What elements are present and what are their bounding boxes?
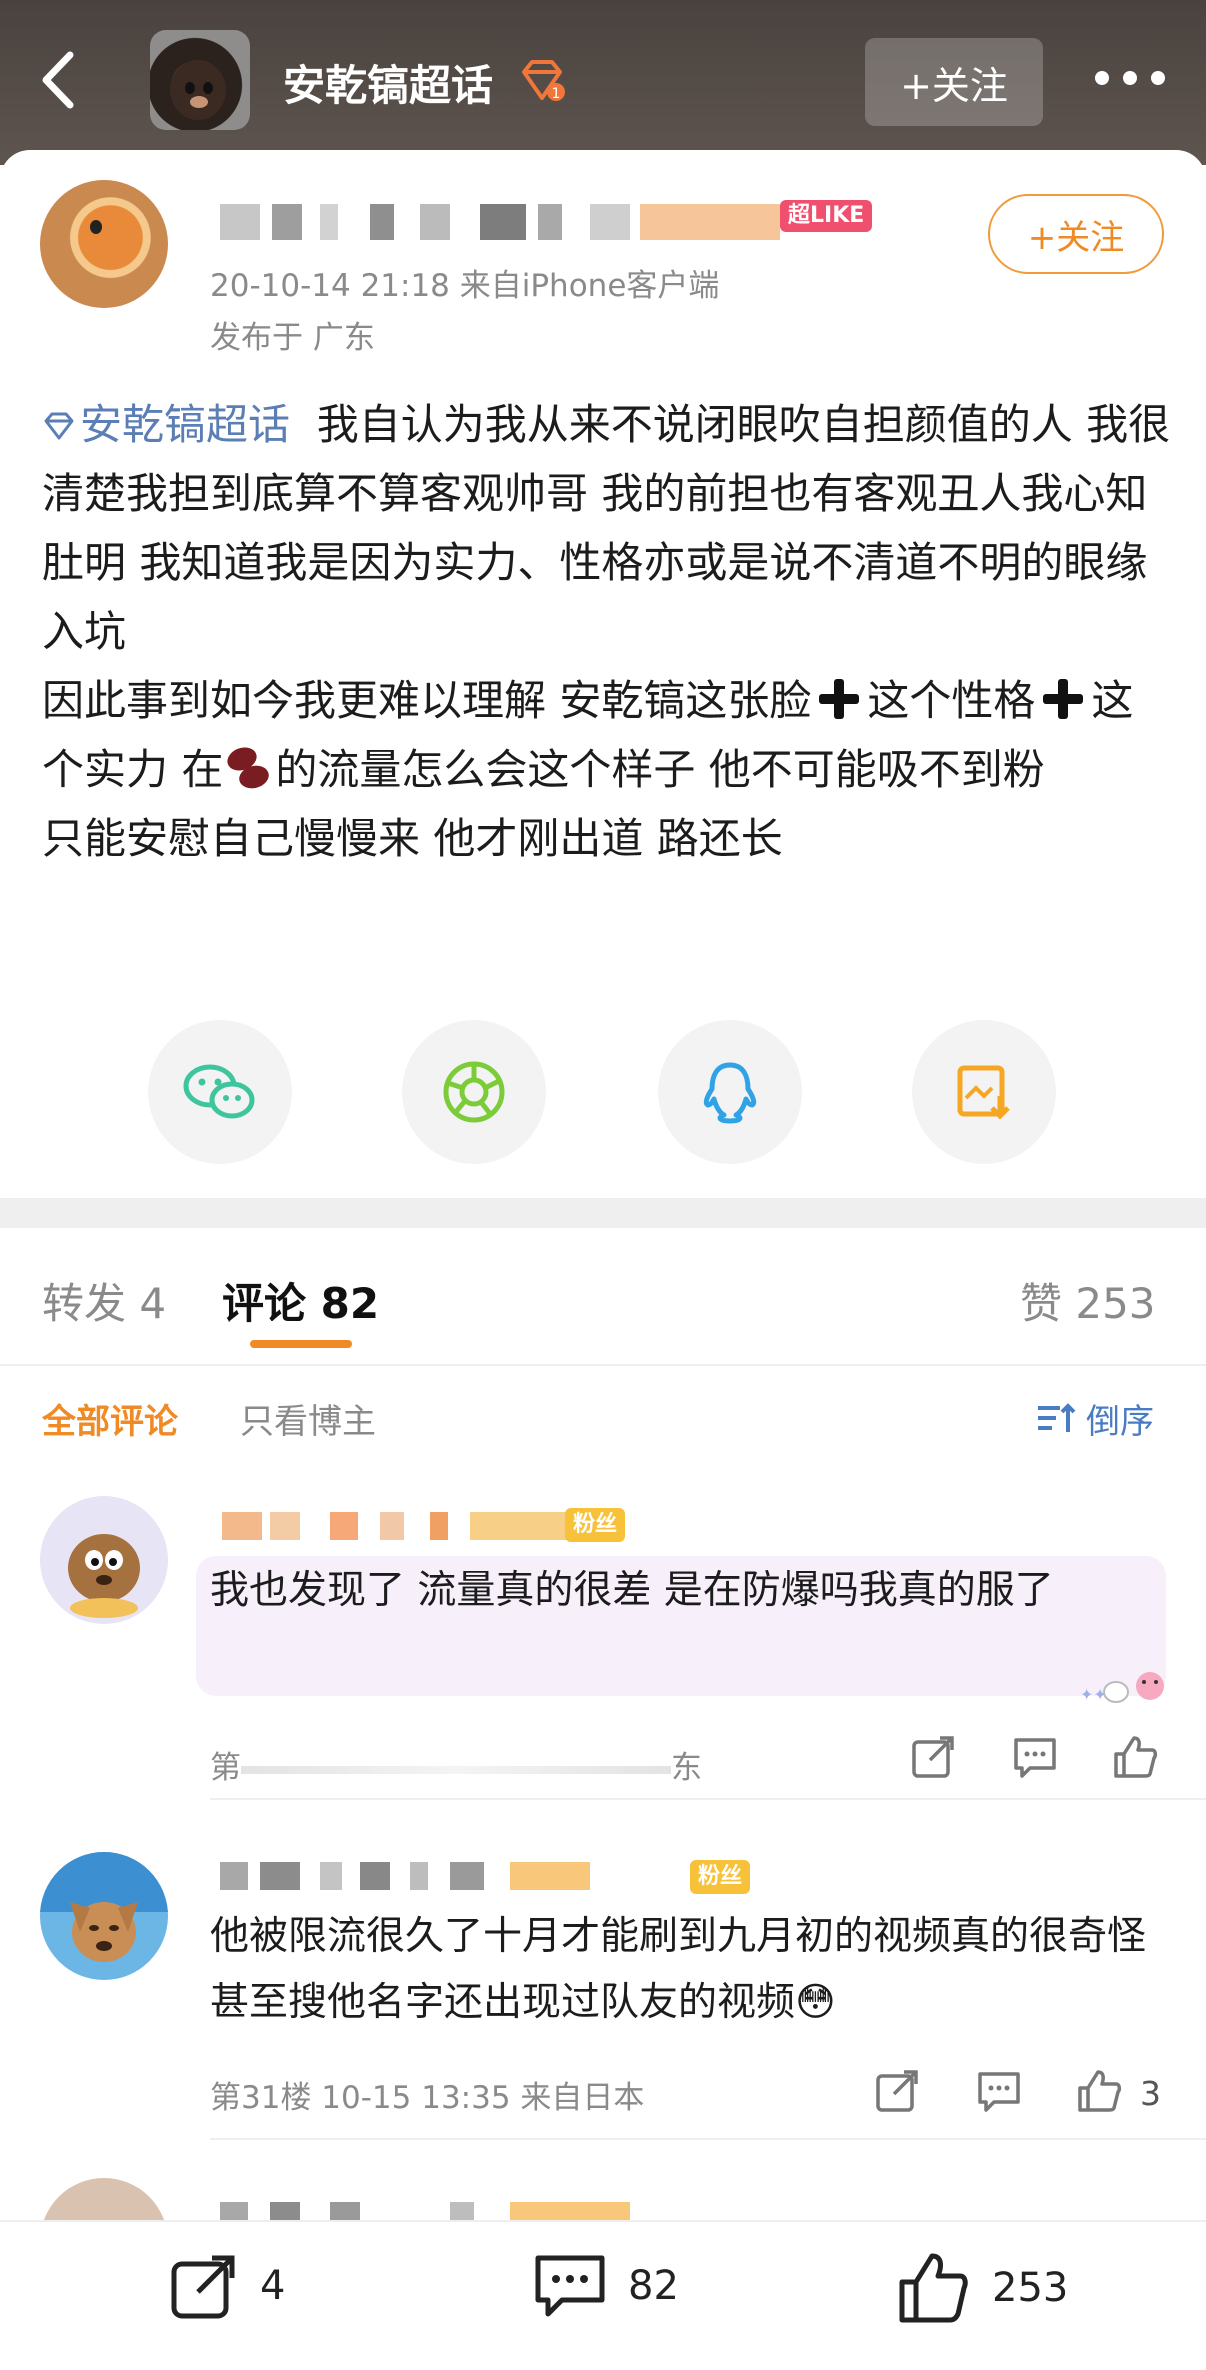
- top-bar: 安乾镐超话 1 +关注: [0, 0, 1206, 165]
- tab-bar: 转发 4 评论 82 赞 253: [0, 1228, 1206, 1368]
- topic-link[interactable]: 安乾镐超话: [42, 400, 290, 449]
- section-divider: [0, 1198, 1206, 1228]
- comment-item: 粉丝 他被限流很久了十月才能刷到九月初的视频真的很奇怪甚至搜他名字还出现过队友的…: [0, 1830, 1206, 2140]
- like-comment-icon[interactable]: [1074, 2066, 1124, 2116]
- commenter-name-blurred[interactable]: [210, 2196, 630, 2220]
- bean-emoji: [223, 742, 275, 792]
- tab-likes[interactable]: 赞 253: [1020, 1270, 1156, 1331]
- comment-divider: [210, 2138, 1206, 2140]
- sort-icon: [1038, 1402, 1076, 1432]
- fan-badge: 粉丝: [690, 1860, 751, 1894]
- topic-label: 安乾镐超话: [80, 400, 291, 449]
- repost-button[interactable]: 4: [168, 2250, 285, 2322]
- comment-actions: 3: [0, 2066, 1206, 2126]
- bubble-sticker-decoration: ✦✦: [1066, 1660, 1176, 1710]
- comment-filters: 全部评论 只看博主 倒序: [0, 1368, 1206, 1468]
- comment-item: 粉丝 我也发现了 流量真的很差 是在防爆吗我真的服了 ✦✦ 第东: [0, 1470, 1206, 1800]
- share-row: [0, 1020, 1206, 1170]
- repost-comment-icon[interactable]: [908, 1732, 958, 1782]
- comment-count: 82: [628, 2263, 679, 2309]
- plus-emoji: [817, 677, 861, 721]
- comment-like-count: 3: [1140, 2074, 1161, 2113]
- page-title: 安乾镐超话: [283, 61, 494, 110]
- supertopic-avatar[interactable]: [150, 30, 250, 130]
- wechat-share-button[interactable]: [148, 1020, 292, 1164]
- post-region: 发布于 广东: [210, 320, 375, 356]
- commenter-avatar[interactable]: [40, 2178, 168, 2220]
- post-card: 超LIKE +关注 20-10-14 21:18 来自iPhone客户端 发布于…: [0, 150, 1206, 1200]
- repost-comment-icon[interactable]: [872, 2066, 922, 2116]
- sort-label: 倒序: [1086, 1402, 1154, 1442]
- comment-actions: [0, 1732, 1206, 1792]
- comment-text: 他被限流很久了十月才能刷到九月初的视频真的很奇怪甚至搜他名字还出现过队友的视频😳: [210, 1914, 1147, 2025]
- svg-text:✦✦: ✦✦: [1080, 1685, 1107, 1704]
- tab-comments[interactable]: 评论 82: [222, 1270, 379, 1331]
- commenter-avatar[interactable]: [40, 1496, 168, 1624]
- super-like-badge: 超LIKE: [780, 200, 873, 232]
- commenter-name-blurred[interactable]: [210, 1856, 630, 1896]
- filter-author-only[interactable]: 只看博主: [240, 1394, 376, 1443]
- post-line-2: 因此事到如今我更难以理解 安乾镐这张脸: [42, 676, 812, 725]
- svg-text:1: 1: [552, 86, 561, 102]
- post-line-5: 的流量怎么会这个样子 他不可能吸不到粉: [275, 745, 1045, 794]
- supertopic-gem-icon: 1: [518, 58, 566, 104]
- like-comment-icon[interactable]: [1110, 1732, 1160, 1782]
- like-icon: [899, 2253, 968, 2323]
- comment-icon: [535, 2255, 605, 2317]
- post-line-3: 这个性格: [867, 676, 1036, 725]
- comment-divider: [210, 1798, 1206, 1800]
- post-line-6: 只能安慰自己慢慢来 他才刚出道 路还长: [42, 814, 783, 863]
- topic-gem-icon: [44, 412, 74, 440]
- post-content: 安乾镐超话 我自认为我从来不说闭眼吹自担颜值的人 我很清楚我担到底算不算客观帅哥…: [42, 390, 1172, 873]
- qq-icon: [703, 1062, 757, 1124]
- comment-text: 我也发现了 流量真的很差 是在防爆吗我真的服了: [210, 1568, 1054, 1613]
- save-image-icon: [957, 1065, 1010, 1120]
- reply-comment-icon[interactable]: [974, 2066, 1024, 2116]
- comment-item-partial: [0, 2168, 1206, 2220]
- tab-divider: [0, 1364, 1206, 1366]
- like-count: 253: [992, 2265, 1069, 2311]
- reply-comment-icon[interactable]: [1010, 1732, 1060, 1782]
- moments-share-button[interactable]: [402, 1020, 546, 1164]
- qq-share-button[interactable]: [658, 1020, 802, 1164]
- tab-repost[interactable]: 转发 4: [42, 1270, 166, 1331]
- fan-badge: 粉丝: [565, 1508, 626, 1542]
- author-avatar[interactable]: [40, 180, 168, 308]
- comment-button[interactable]: 82: [532, 2250, 679, 2322]
- bottom-action-bar: 4 82 253: [0, 2220, 1206, 2370]
- sort-button[interactable]: 倒序: [1036, 1394, 1154, 1443]
- active-tab-indicator: [250, 1340, 352, 1348]
- filter-all-comments[interactable]: 全部评论: [42, 1394, 178, 1443]
- repost-count: 4: [260, 2263, 286, 2309]
- follow-supertopic-button[interactable]: +关注: [865, 38, 1043, 126]
- repost-icon: [171, 2255, 235, 2319]
- more-options-icon[interactable]: [1095, 66, 1165, 90]
- back-icon[interactable]: [30, 45, 90, 115]
- post-meta: 20-10-14 21:18 来自iPhone客户端: [210, 268, 720, 304]
- save-image-button[interactable]: [912, 1020, 1056, 1164]
- like-button[interactable]: 253: [896, 2250, 1068, 2326]
- commenter-avatar[interactable]: [40, 1852, 168, 1980]
- wechat-icon: [183, 1064, 255, 1119]
- moments-icon: [443, 1061, 505, 1123]
- author-name-blurred[interactable]: [220, 200, 860, 244]
- plus-emoji: [1041, 677, 1085, 721]
- follow-author-button[interactable]: +关注: [988, 194, 1164, 274]
